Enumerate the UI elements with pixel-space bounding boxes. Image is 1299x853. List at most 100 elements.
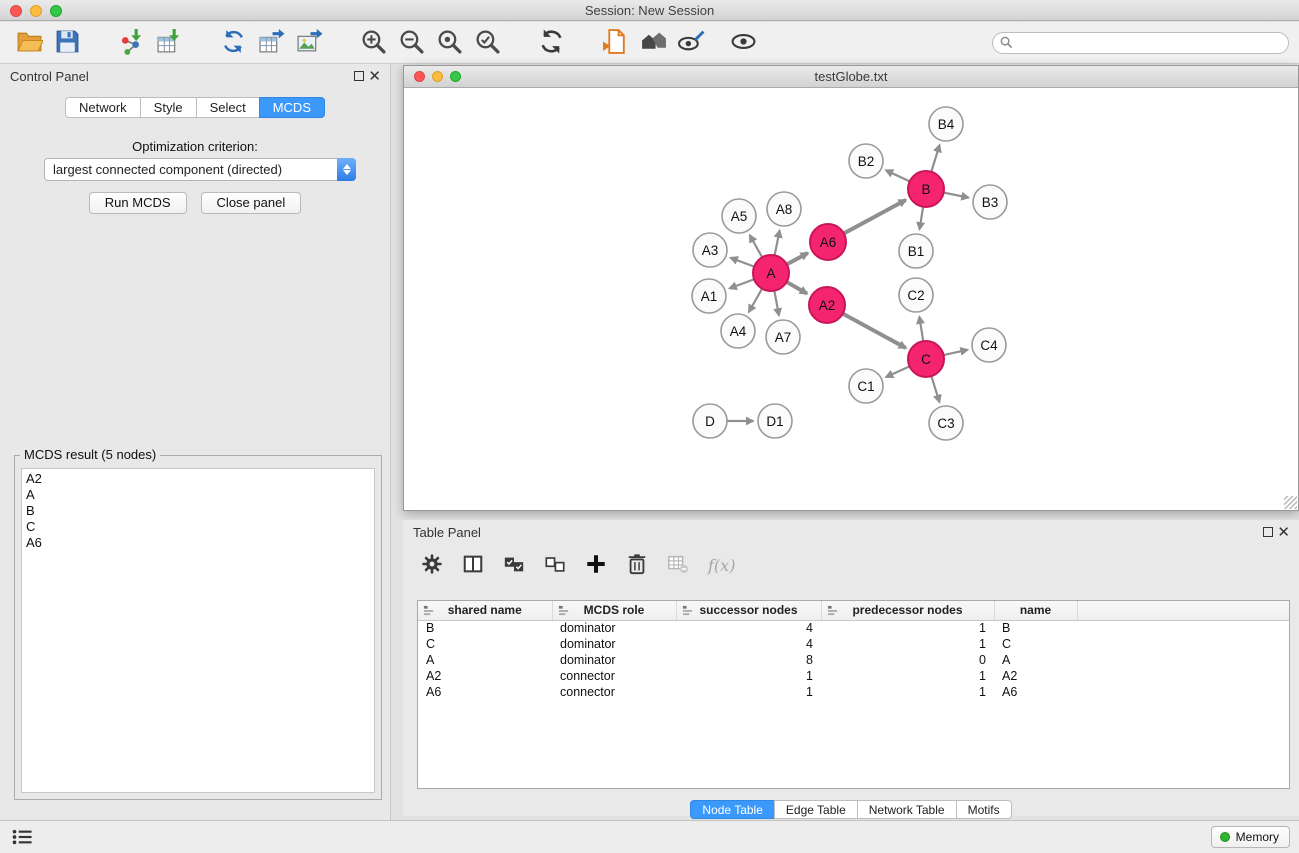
network-node-A1[interactable]: A1 — [692, 279, 726, 313]
table-cell[interactable]: 0 — [821, 652, 994, 668]
export-network-button[interactable] — [214, 25, 252, 61]
tab-select[interactable]: Select — [196, 97, 260, 118]
network-node-A2[interactable]: A2 — [809, 287, 845, 323]
network-node-B2[interactable]: B2 — [849, 144, 883, 178]
memory-button[interactable]: Memory — [1211, 826, 1290, 848]
network-view-window[interactable]: testGlobe.txt AA1A2A3A4A5A6A7A8BB1B2B3B4… — [403, 65, 1299, 511]
window-resize-grip[interactable] — [1284, 496, 1297, 509]
table-cell[interactable]: 1 — [821, 684, 994, 700]
tab-network-table[interactable]: Network Table — [857, 800, 957, 819]
tab-mcds[interactable]: MCDS — [259, 97, 325, 118]
gear-icon[interactable] — [421, 553, 443, 578]
table-cell[interactable]: 1 — [821, 620, 994, 636]
select-all-icon[interactable] — [503, 553, 525, 578]
table-row[interactable]: Bdominator41B — [418, 620, 1289, 636]
network-edge-B-B1[interactable] — [920, 207, 924, 230]
open-session-button[interactable] — [10, 25, 48, 61]
network-edge-C-C1[interactable] — [886, 366, 910, 377]
mcds-result-item[interactable]: B — [26, 503, 374, 519]
network-edge-A2-C[interactable] — [843, 314, 906, 348]
network-edge-A-A5[interactable] — [750, 235, 762, 257]
network-node-A[interactable]: A — [753, 255, 789, 291]
table-cell[interactable]: C — [994, 636, 1077, 652]
network-edge-A6-B[interactable] — [844, 200, 906, 233]
show-hide-details-button[interactable] — [724, 25, 762, 61]
network-node-A4[interactable]: A4 — [721, 314, 755, 348]
table-cell[interactable]: 1 — [821, 636, 994, 652]
zoom-selected-button[interactable] — [468, 25, 506, 61]
network-edge-B-B2[interactable] — [886, 170, 910, 181]
export-image-button[interactable] — [290, 25, 328, 61]
network-node-A8[interactable]: A8 — [767, 192, 801, 226]
search-input[interactable] — [992, 32, 1289, 54]
optimization-criterion-select[interactable]: largest connected component (directed) — [44, 158, 356, 181]
network-node-D1[interactable]: D1 — [758, 404, 792, 438]
network-node-B3[interactable]: B3 — [973, 185, 1007, 219]
network-edge-A-A6[interactable] — [787, 253, 808, 264]
network-window-zoom-button[interactable] — [450, 71, 461, 82]
network-node-B1[interactable]: B1 — [899, 234, 933, 268]
task-history-icon[interactable] — [12, 829, 34, 846]
network-node-A7[interactable]: A7 — [766, 320, 800, 354]
zoom-fit-button[interactable] — [430, 25, 468, 61]
mcds-result-item[interactable]: C — [26, 519, 374, 535]
network-node-C3[interactable]: C3 — [929, 406, 963, 440]
table-cell[interactable]: A6 — [418, 684, 552, 700]
network-edge-A-A3[interactable] — [731, 258, 755, 267]
close-panel-button[interactable]: Close panel — [201, 192, 302, 214]
table-cell[interactable]: C — [418, 636, 552, 652]
table-cell[interactable]: A — [418, 652, 552, 668]
table-cell[interactable]: 4 — [676, 620, 821, 636]
node-table-wrap[interactable]: shared name MCDS role successor nodes pr… — [417, 600, 1290, 789]
table-cell[interactable]: connector — [552, 684, 676, 700]
table-cell[interactable]: B — [994, 620, 1077, 636]
network-edge-A-A1[interactable] — [730, 279, 754, 288]
network-edge-C-C4[interactable] — [944, 350, 968, 355]
table-row[interactable]: Cdominator41C — [418, 636, 1289, 652]
table-cell[interactable]: dominator — [552, 620, 676, 636]
table-cell[interactable]: dominator — [552, 636, 676, 652]
table-row[interactable]: Adominator80A — [418, 652, 1289, 668]
table-cell[interactable]: 4 — [676, 636, 821, 652]
tab-edge-table[interactable]: Edge Table — [774, 800, 858, 819]
network-edge-A-A4[interactable] — [749, 289, 762, 312]
float-window-icon[interactable] — [354, 70, 364, 83]
table-row[interactable]: A6connector11A6 — [418, 684, 1289, 700]
network-node-C[interactable]: C — [908, 341, 944, 377]
column-header-shared-name[interactable]: shared name — [418, 601, 552, 620]
network-node-C1[interactable]: C1 — [849, 369, 883, 403]
network-node-A3[interactable]: A3 — [693, 233, 727, 267]
network-edge-A-A2[interactable] — [787, 282, 807, 294]
delete-column-icon[interactable] — [626, 553, 648, 578]
network-edge-A-A8[interactable] — [775, 231, 780, 256]
home-layout-button[interactable] — [634, 25, 672, 61]
close-panel-icon[interactable]: ✕ — [368, 70, 381, 83]
table-cell[interactable]: dominator — [552, 652, 676, 668]
tab-network[interactable]: Network — [65, 97, 141, 118]
mcds-result-item[interactable]: A6 — [26, 535, 374, 551]
network-node-A6[interactable]: A6 — [810, 224, 846, 260]
mcds-result-list[interactable]: A2ABCA6 — [21, 468, 375, 793]
network-canvas-wrap[interactable]: AA1A2A3A4A5A6A7A8BB1B2B3B4CC1C2C3C4DD1 — [404, 89, 1298, 510]
run-mcds-button[interactable]: Run MCDS — [89, 192, 187, 214]
tab-style[interactable]: Style — [140, 97, 197, 118]
table-close-panel-icon[interactable]: ✕ — [1277, 526, 1290, 539]
network-node-B[interactable]: B — [908, 171, 944, 207]
table-cell[interactable]: 8 — [676, 652, 821, 668]
session-snapshot-button[interactable] — [596, 25, 634, 61]
network-edge-A-A7[interactable] — [774, 291, 779, 316]
refresh-button[interactable] — [532, 25, 570, 61]
show-columns-icon[interactable] — [462, 553, 484, 578]
column-header-mcds-role[interactable]: MCDS role — [552, 601, 676, 620]
network-node-D[interactable]: D — [693, 404, 727, 438]
network-edge-C-C2[interactable] — [919, 317, 923, 341]
table-float-window-icon[interactable] — [1263, 526, 1273, 539]
table-cell[interactable]: A — [994, 652, 1077, 668]
import-network-button[interactable] — [112, 25, 150, 61]
network-node-C2[interactable]: C2 — [899, 278, 933, 312]
mcds-result-item[interactable]: A — [26, 487, 374, 503]
table-cell[interactable]: connector — [552, 668, 676, 684]
network-node-C4[interactable]: C4 — [972, 328, 1006, 362]
column-header-successor-nodes[interactable]: successor nodes — [676, 601, 821, 620]
table-cell[interactable]: A2 — [994, 668, 1077, 684]
